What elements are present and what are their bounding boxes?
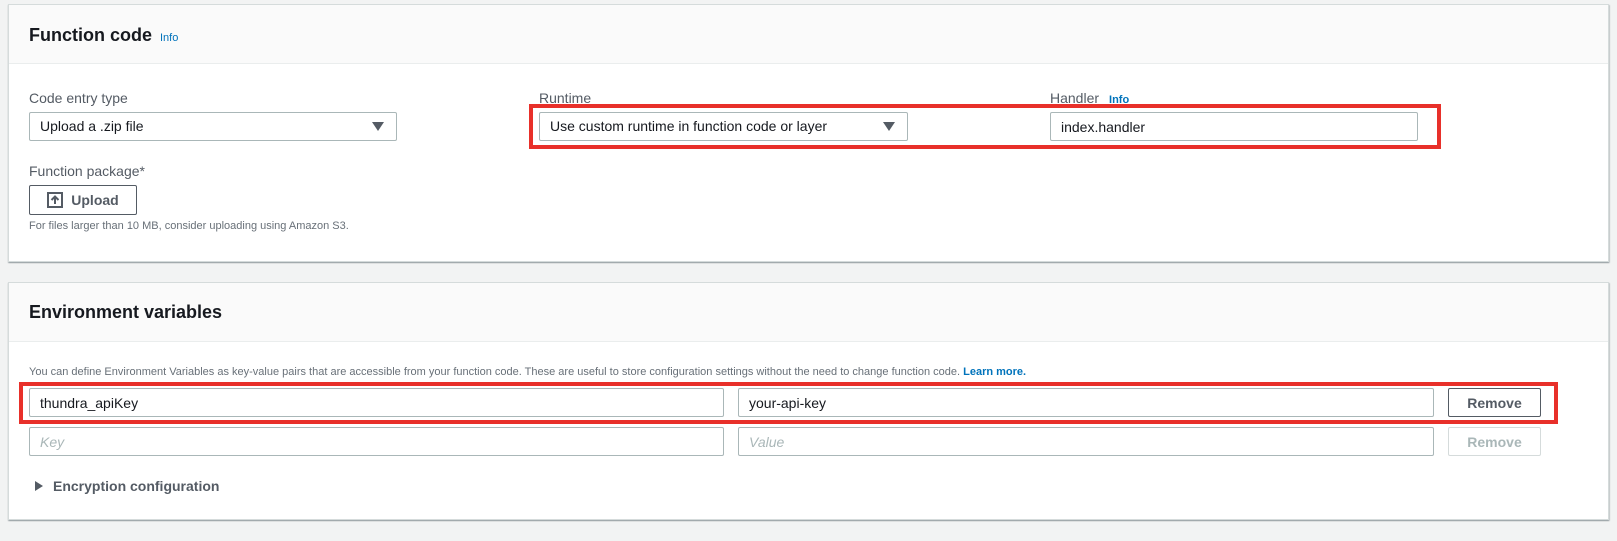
environment-variables-description: You can define Environment Variables as … <box>29 366 1026 378</box>
code-entry-type-label: Code entry type <box>29 90 128 106</box>
runtime-value: Use custom runtime in function code or l… <box>550 118 828 134</box>
caret-down-icon <box>372 122 384 131</box>
caret-right-icon <box>35 481 43 491</box>
env-value-input-empty[interactable] <box>738 427 1434 456</box>
code-entry-type-select[interactable]: Upload a .zip file <box>29 112 397 141</box>
encryption-configuration-label: Encryption configuration <box>53 478 220 494</box>
function-code-header: Function code Info <box>9 5 1608 64</box>
code-entry-type-value: Upload a .zip file <box>40 118 144 134</box>
encryption-configuration-toggle[interactable]: Encryption configuration <box>35 478 219 494</box>
function-package-hint: For files larger than 10 MB, consider up… <box>29 220 349 232</box>
remove-button-disabled: Remove <box>1448 427 1541 456</box>
env-key-input-empty[interactable] <box>29 427 724 456</box>
function-code-info-link[interactable]: Info <box>160 32 178 44</box>
caret-down-icon <box>883 122 895 131</box>
upload-icon <box>47 192 64 208</box>
runtime-select[interactable]: Use custom runtime in function code or l… <box>539 112 908 141</box>
env-key-input[interactable] <box>29 388 724 417</box>
handler-label-text: Handler <box>1050 90 1100 106</box>
description-text: You can define Environment Variables as … <box>29 366 961 378</box>
environment-variables-title: Environment variables <box>29 302 223 322</box>
env-value-input[interactable] <box>738 388 1434 417</box>
function-code-panel: Function code Info Code entry type Upload… <box>8 4 1609 262</box>
upload-button[interactable]: Upload <box>29 185 137 215</box>
remove-button[interactable]: Remove <box>1448 388 1541 417</box>
environment-variables-panel: Environment variables You can define Env… <box>8 282 1609 520</box>
upload-label: Upload <box>71 192 119 208</box>
function-package-label: Function package* <box>29 163 145 179</box>
function-code-title: Function code <box>29 25 152 45</box>
panel-title: Function code Info <box>29 25 178 46</box>
runtime-label: Runtime <box>539 90 592 106</box>
learn-more-link[interactable]: Learn more. <box>963 366 1026 378</box>
handler-label: Handler Info <box>1050 90 1129 106</box>
remove-label-disabled: Remove <box>1467 433 1522 450</box>
environment-variables-header: Environment variables <box>9 283 1608 342</box>
remove-label: Remove <box>1467 394 1522 411</box>
handler-info-link[interactable]: Info <box>1109 94 1129 106</box>
handler-input[interactable] <box>1050 112 1418 141</box>
